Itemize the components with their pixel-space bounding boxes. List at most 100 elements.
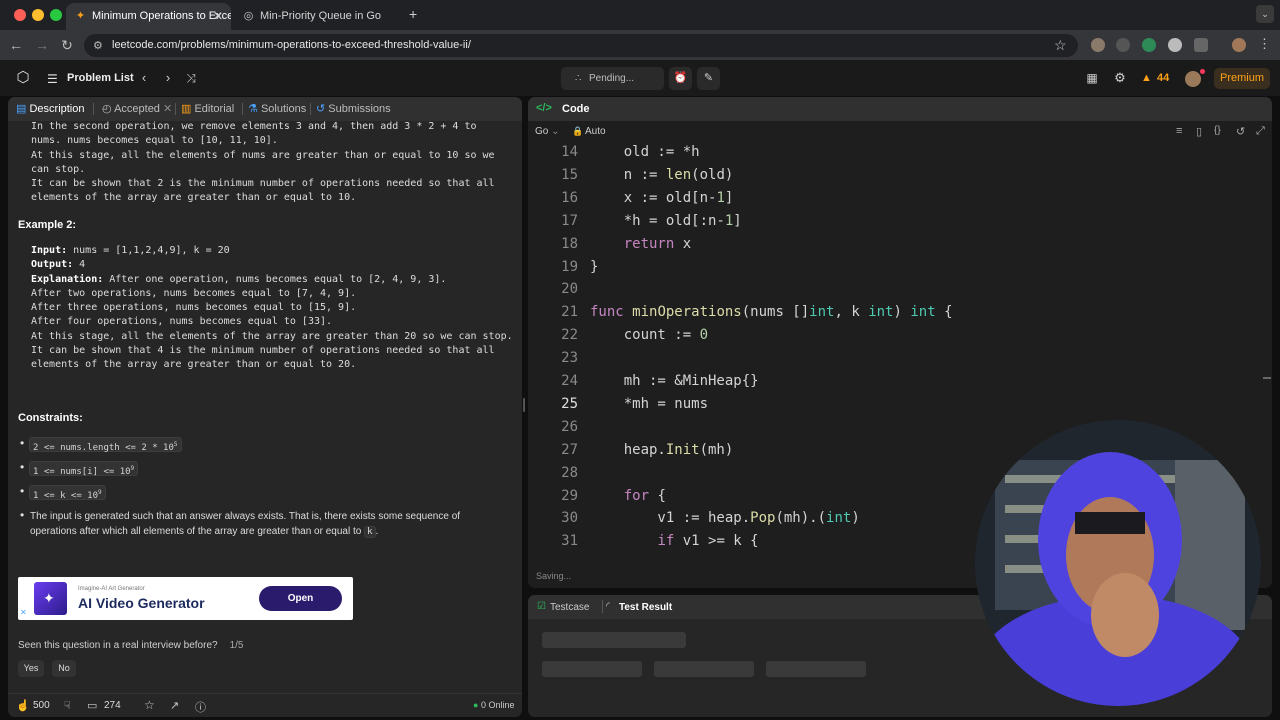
reset-icon[interactable]: ↺ <box>1236 125 1245 138</box>
interview-text: Seen this question in a real interview b… <box>18 640 218 651</box>
line-number: 16 <box>561 189 578 206</box>
site-info-icon[interactable]: ⚙ <box>93 39 103 52</box>
auto-mode[interactable]: Auto <box>585 126 606 137</box>
online-dot-icon: ● <box>473 700 479 710</box>
tab-submissions[interactable]: ↺ Submissions <box>316 97 391 121</box>
layout-grid-icon[interactable]: ▦ <box>1083 69 1101 87</box>
example-line: In the second operation, we remove eleme… <box>31 121 477 132</box>
online-count: 0 Online <box>480 700 515 710</box>
next-problem-icon[interactable]: › <box>159 69 177 87</box>
ad-open-button[interactable]: Open <box>259 586 342 611</box>
constraint-exponent: 9 <box>130 465 135 472</box>
profile-avatar[interactable] <box>1232 38 1246 52</box>
code-line: *mh = nums <box>590 395 708 413</box>
code-token: n := <box>590 166 666 183</box>
note-line: The input is generated such that an answ… <box>30 511 461 522</box>
code-token: return <box>623 235 675 252</box>
forward-arrow-icon[interactable]: → <box>33 36 51 54</box>
notes-icon[interactable]: ✎ <box>697 67 720 90</box>
help-icon[interactable]: ⓘ <box>195 699 206 715</box>
bookmark-icon[interactable]: ▯ <box>1196 125 1202 138</box>
alarm-clock-icon[interactable]: ⏰ <box>669 67 692 90</box>
bullet-icon: • <box>20 484 25 498</box>
format-icon[interactable]: ≡ <box>1176 125 1182 137</box>
tab-solutions[interactable]: ⚗ Solutions <box>248 97 306 121</box>
share-icon[interactable]: ↗ <box>170 699 179 712</box>
comment-icon[interactable]: ▭ <box>87 699 97 712</box>
favorite-star-icon[interactable]: ☆ <box>144 698 155 712</box>
yes-button[interactable]: Yes <box>18 660 44 677</box>
extension-icon[interactable] <box>1091 38 1105 52</box>
tab-divider <box>602 600 603 613</box>
grammarly-icon[interactable] <box>1142 38 1156 52</box>
tab-description[interactable]: ▤ Description <box>16 97 85 121</box>
close-icon[interactable]: ✕ <box>163 103 172 115</box>
minimize-window-button[interactable] <box>32 9 44 21</box>
browser-menu-icon[interactable]: ⋮ <box>1258 36 1271 52</box>
panel-resize-handle[interactable] <box>523 398 525 412</box>
code-icon: </> <box>536 102 552 114</box>
example-2-title: Example 2: <box>18 219 77 231</box>
code-token: ) <box>893 304 911 321</box>
reload-icon[interactable]: ↻ <box>58 36 76 54</box>
constraints-title: Constraints: <box>18 412 83 424</box>
premium-button[interactable]: Premium <box>1214 68 1270 89</box>
document-icon: ▤ <box>16 103 27 115</box>
tab-testcase[interactable]: Testcase <box>550 602 589 613</box>
code-token: { <box>935 304 953 321</box>
maximize-window-button[interactable] <box>50 9 62 21</box>
settings-gear-icon[interactable]: ⚙ <box>1111 69 1129 87</box>
circle-extension-icon[interactable] <box>1168 38 1182 52</box>
code-line: for { <box>590 487 666 505</box>
new-tab-button[interactable]: + <box>409 6 417 22</box>
tab-test-result[interactable]: Test Result <box>619 602 672 613</box>
ad-close-icon[interactable]: ✕ <box>20 608 27 617</box>
code-token: v1 >= k { <box>674 533 759 550</box>
browser-tab-active[interactable]: ✦ Minimum Operations to Exce ✕ <box>66 3 231 30</box>
ad-banner[interactable]: ✦ Imagine-AI Art Generator AI Video Gene… <box>18 577 353 620</box>
line-number: 24 <box>561 373 578 389</box>
url-bar[interactable]: ⚙ leetcode.com/problems/minimum-operatio… <box>84 34 1078 57</box>
user-avatar[interactable] <box>1185 71 1201 87</box>
code-line: if v1 >= k { <box>590 532 759 550</box>
no-button[interactable]: No <box>52 660 76 677</box>
webcam-overlay <box>975 420 1261 706</box>
leetcode-logo-icon[interactable]: ⬡ <box>14 69 32 87</box>
code-token: mh := &MinHeap{} <box>590 373 759 389</box>
input-label: Input: <box>31 245 68 256</box>
list-icon: ☰ <box>47 72 58 86</box>
braces-icon[interactable]: {} <box>1214 125 1221 136</box>
tab-search-icon[interactable]: ⌄ <box>1256 5 1274 23</box>
back-arrow-icon[interactable]: ← <box>7 36 25 54</box>
close-tab-icon[interactable]: ✕ <box>213 3 223 30</box>
scrollbar-thumb[interactable] <box>1263 377 1271 379</box>
example-line: elements of the array are greater than o… <box>31 192 357 204</box>
tab-editorial[interactable]: ▥ Editorial <box>181 97 234 121</box>
output-label: Output: <box>31 259 74 271</box>
prev-problem-icon[interactable]: ‹ <box>135 69 153 87</box>
code-token: 0 <box>699 327 709 344</box>
code-token: ] <box>733 212 742 229</box>
language-select[interactable]: Go ⌄ <box>535 126 560 137</box>
url-text: leetcode.com/problems/minimum-operations… <box>112 39 471 51</box>
tab-accepted[interactable]: ◴ Accepted ✕ <box>102 97 172 121</box>
line-number: 20 <box>561 281 578 298</box>
saving-status: Saving... <box>536 571 572 581</box>
browser-tab[interactable]: ◎ Min-Priority Queue in Go <box>234 3 404 30</box>
bookmark-star-icon[interactable]: ☆ <box>1054 37 1067 54</box>
tab-title: Min-Priority Queue in Go <box>260 10 382 22</box>
problem-list-link[interactable]: Problem List <box>67 72 134 84</box>
thumbs-up-icon[interactable]: ☝ <box>16 699 30 712</box>
close-window-button[interactable] <box>14 9 26 21</box>
pen-extension-icon[interactable] <box>1116 38 1130 52</box>
shuffle-icon[interactable]: ⤨ <box>182 69 200 87</box>
clock-icon: ◴ <box>102 103 112 115</box>
streak-count[interactable]: 44 <box>1157 72 1169 84</box>
thumbs-down-icon[interactable]: ☟ <box>64 699 71 712</box>
tab-label: Submissions <box>328 103 391 115</box>
line-number: 19 <box>561 258 578 275</box>
code-token: Pop <box>750 510 776 527</box>
fullscreen-icon[interactable]: ⤢ <box>1256 125 1265 138</box>
puzzle-extensions-icon[interactable] <box>1194 38 1208 52</box>
